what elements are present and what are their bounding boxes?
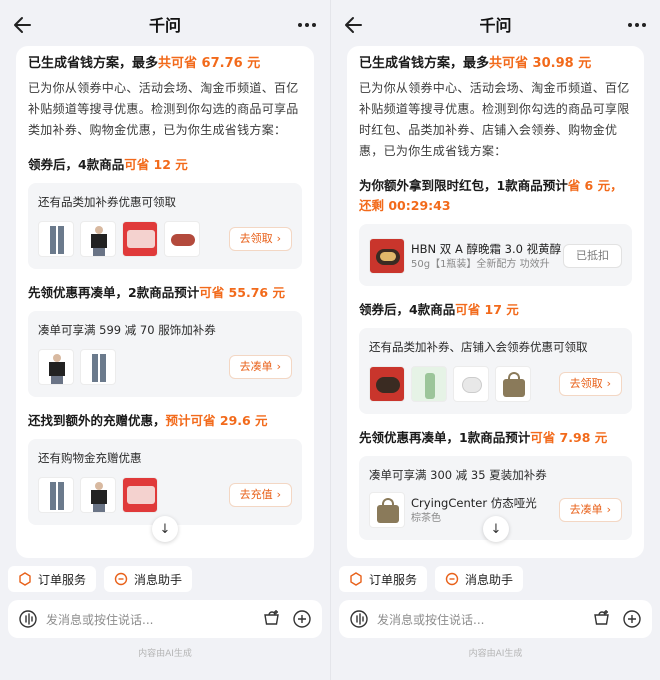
back-arrow-icon[interactable] (12, 14, 34, 36)
section-title: 还找到额外的充赠优惠，预计可省 29.6 元 (28, 413, 268, 428)
product-thumbs-row: 去领取 › (369, 364, 622, 404)
order-service-chip[interactable]: 订单服务 (8, 566, 97, 592)
card-title: 还有品类加补券、店铺入会领券优惠可领取 (369, 340, 588, 354)
section-title: 领券后，4款商品可省 12 元 (28, 157, 188, 172)
product-name: HBN 双 A 醇晚霜 3.0 视黄醇 (411, 241, 562, 256)
add-icon[interactable] (292, 609, 312, 629)
product-thumb-promo[interactable] (122, 477, 158, 513)
product-thumb-bag[interactable] (369, 492, 405, 528)
chat-message: 已生成省钱方案，最多共可省 30.98 元 已为你从领券中心、活动会场、淘金币频… (347, 46, 644, 558)
cart-plus-icon[interactable] (592, 609, 612, 629)
chevron-right-icon: › (276, 232, 281, 245)
voice-icon[interactable] (18, 609, 38, 629)
add-icon[interactable] (622, 609, 642, 629)
chat-message: 已生成省钱方案，最多共可省 67.76 元 已为你从领券中心、活动会场、淘金币频… (16, 46, 314, 558)
message-assistant-icon (114, 572, 128, 586)
coupon-card: 还有品类加补券优惠可领取 去领取 › (28, 183, 302, 269)
cart-plus-icon[interactable] (262, 609, 282, 629)
scroll-down-icon[interactable]: ↓ (483, 516, 509, 542)
product-thumb-cream[interactable] (369, 366, 405, 402)
ai-disclaimer: 内容由AI生成 (138, 649, 192, 659)
right-screen: 千问 已生成省钱方案，最多共可省 30.98 元 已为你从领券中心、活动会场、淘… (330, 0, 660, 680)
chevron-right-icon: › (606, 503, 611, 516)
deducted-button[interactable]: 已抵扣 (563, 244, 622, 268)
message-assistant-icon (445, 572, 459, 586)
left-screen: 千问 已生成省钱方案，最多共可省 67.76 元 已为你从领券中心、活动会场、淘… (0, 0, 330, 680)
product-thumb-top[interactable] (80, 221, 116, 257)
product-thumb-bottle[interactable] (411, 366, 447, 402)
product-name: CryingCenter 仿态哑光 (411, 495, 537, 510)
product-thumb-jeans[interactable] (80, 349, 116, 385)
product-row: HBN 双 A 醇晚霜 3.0 视黄醇 50g【1瓶装】全新配方 功效升 已抵扣 (369, 236, 622, 276)
quick-actions: 订单服务 消息助手 (339, 566, 524, 592)
back-arrow-icon[interactable] (343, 14, 365, 36)
intro-text: 已为你从领券中心、活动会场、淘金币频道、百亿补贴频道等搜寻优惠。检测到你勾选的商… (28, 81, 299, 137)
topup-button[interactable]: 去充值 › (228, 483, 292, 507)
product-spec: 棕茶色 (411, 512, 441, 524)
bundle-button[interactable]: 去凑单 › (228, 355, 292, 379)
card-title: 凑单可享满 599 减 70 服饰加补券 (38, 323, 216, 337)
card-title: 还有购物金充赠优惠 (38, 451, 142, 465)
page-title: 千问 (148, 16, 181, 35)
product-info: HBN 双 A 醇晚霜 3.0 视黄醇 50g【1瓶装】全新配方 功效升 (411, 241, 561, 272)
product-thumbs-row: 去充值 › (38, 475, 292, 515)
message-input-bar[interactable]: 发消息或按住说话... (8, 600, 322, 638)
section-title: 为你额外拿到限时红包，1款商品预计省 6 元，还剩 00:29:43 (359, 178, 623, 213)
product-thumb-jeans[interactable] (38, 477, 74, 513)
order-service-chip[interactable]: 订单服务 (339, 566, 428, 592)
page-title: 千问 (479, 16, 512, 35)
message-input[interactable]: 发消息或按住说话... (46, 611, 252, 628)
quick-actions: 订单服务 消息助手 (8, 566, 193, 592)
voice-icon[interactable] (349, 609, 369, 629)
section-title: 领券后，4款商品可省 17 元 (359, 302, 519, 317)
product-thumb-top[interactable] (38, 349, 74, 385)
card-title: 凑单可享满 300 减 35 夏装加补券 (369, 468, 547, 482)
top-bar: 千问 (331, 0, 660, 48)
product-info: CryingCenter 仿态哑光 棕茶色 (411, 495, 537, 526)
scroll-down-icon[interactable]: ↓ (152, 516, 178, 542)
section-title: 先领优惠再凑单，1款商品预计可省 7.98 元 (359, 430, 608, 445)
product-thumb-top[interactable] (80, 477, 116, 513)
intro-text: 已为你从领券中心、活动会场、淘金币频道、百亿补贴频道等搜寻优惠。检测到你勾选的商… (359, 81, 630, 158)
product-spec: 50g【1瓶装】全新配方 功效升 (411, 258, 550, 270)
message-assistant-chip[interactable]: 消息助手 (104, 566, 193, 592)
plan-headline: 已生成省钱方案，最多共可省 67.76 元 (28, 56, 261, 71)
plan-headline: 已生成省钱方案，最多共可省 30.98 元 (359, 56, 592, 71)
redpack-card: HBN 双 A 醇晚霜 3.0 视黄醇 50g【1瓶装】全新配方 功效升 已抵扣 (359, 224, 632, 286)
product-thumb-cream[interactable] (369, 238, 405, 274)
chevron-right-icon: › (606, 377, 611, 390)
product-thumbs-row: 去领取 › (38, 219, 292, 259)
message-input-bar[interactable]: 发消息或按住说话... (339, 600, 652, 638)
bundle-card: 凑单可享满 599 减 70 服饰加补券 去凑单 › (28, 311, 302, 397)
product-thumbs-row: 去凑单 › (38, 347, 292, 387)
product-thumb-bag[interactable] (495, 366, 531, 402)
order-service-icon (19, 572, 31, 586)
top-bar: 千问 (0, 0, 330, 48)
coupon-card: 还有品类加补券、店铺入会领券优惠可领取 去领取 › (359, 328, 632, 414)
bundle-button[interactable]: 去凑单 › (558, 498, 622, 522)
section-title: 先领优惠再凑单，2款商品预计可省 55.76 元 (28, 285, 285, 300)
order-service-icon (350, 572, 362, 586)
product-thumb-device[interactable] (453, 366, 489, 402)
more-icon[interactable] (626, 14, 648, 36)
chevron-right-icon: › (276, 360, 281, 373)
message-assistant-chip[interactable]: 消息助手 (435, 566, 524, 592)
product-thumb-promo[interactable] (122, 221, 158, 257)
product-thumb-jeans[interactable] (38, 221, 74, 257)
more-icon[interactable] (296, 14, 318, 36)
card-title: 还有品类加补券优惠可领取 (38, 195, 176, 209)
product-thumb-lipstick[interactable] (164, 221, 200, 257)
claim-coupon-button[interactable]: 去领取 › (228, 227, 292, 251)
ai-disclaimer: 内容由AI生成 (468, 649, 523, 659)
message-input[interactable]: 发消息或按住说话... (377, 611, 582, 628)
chevron-right-icon: › (276, 488, 281, 501)
topup-card: 还有购物金充赠优惠 去充值 › (28, 439, 302, 525)
claim-coupon-button[interactable]: 去领取 › (558, 372, 622, 396)
